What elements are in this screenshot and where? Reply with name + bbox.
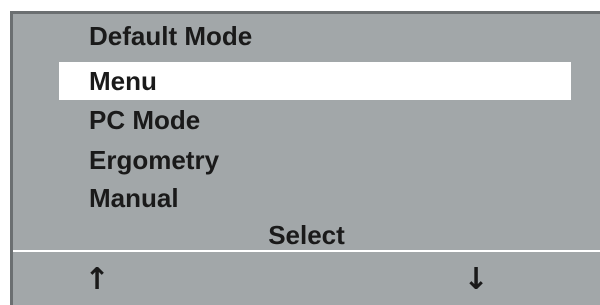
menu-item-manual[interactable]: Manual (59, 179, 571, 217)
up-arrow-icon[interactable]: ↑ (77, 262, 117, 298)
down-arrow-icon[interactable]: ↓ (456, 262, 496, 298)
select-action-label: Select (268, 220, 345, 250)
softkey-divider (13, 250, 600, 252)
menu-item-ergometry[interactable]: Ergometry (59, 141, 571, 179)
menu-item-menu[interactable]: Menu (59, 62, 571, 100)
lcd-screen: Default Mode Menu PC Mode Ergometry Manu… (10, 11, 600, 305)
screen-title: Default Mode (89, 21, 253, 51)
menu-item-pc-mode[interactable]: PC Mode (59, 101, 571, 139)
